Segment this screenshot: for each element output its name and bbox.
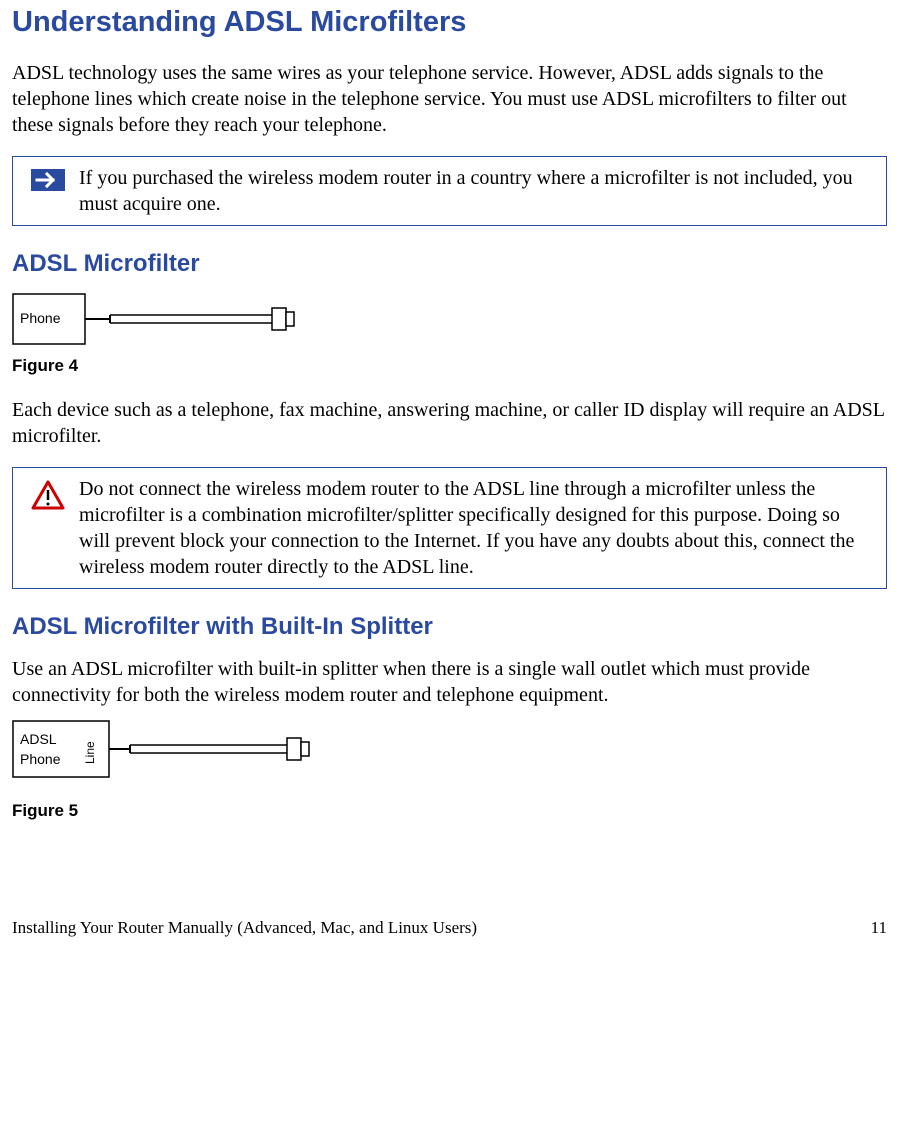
warning-text: Do not connect the wireless modem router… <box>73 476 876 580</box>
page-heading: Understanding ADSL Microfilters <box>12 4 887 42</box>
warning-box: Do not connect the wireless modem router… <box>12 467 887 589</box>
note-box: If you purchased the wireless modem rout… <box>12 156 887 226</box>
subheading-splitter: ADSL Microfilter with Built-In Splitter <box>12 611 887 642</box>
page-footer: Installing Your Router Manually (Advance… <box>12 917 887 939</box>
figure-4-label: Phone <box>20 310 61 326</box>
figure-4-diagram: Phone <box>12 293 302 349</box>
figure-5-label-line: Line <box>83 741 97 764</box>
figure-5-label-adsl: ADSL <box>20 731 57 747</box>
arrow-right-icon <box>31 169 65 198</box>
subheading-microfilter: ADSL Microfilter <box>12 248 887 279</box>
figure-5-label-phone: Phone <box>20 751 61 767</box>
note-text: If you purchased the wireless modem rout… <box>73 165 876 217</box>
footer-chapter-title: Installing Your Router Manually (Advance… <box>12 917 477 939</box>
splitter-paragraph: Use an ADSL microfilter with built-in sp… <box>12 656 887 708</box>
footer-page-number: 11 <box>871 917 887 939</box>
figure-4-caption: Figure 4 <box>12 355 887 377</box>
figure-5-diagram: ADSL Phone Line <box>12 720 312 782</box>
warning-icon <box>31 480 65 517</box>
microfilter-paragraph: Each device such as a telephone, fax mac… <box>12 397 887 449</box>
figure-5-caption: Figure 5 <box>12 800 887 822</box>
intro-paragraph: ADSL technology uses the same wires as y… <box>12 60 887 138</box>
